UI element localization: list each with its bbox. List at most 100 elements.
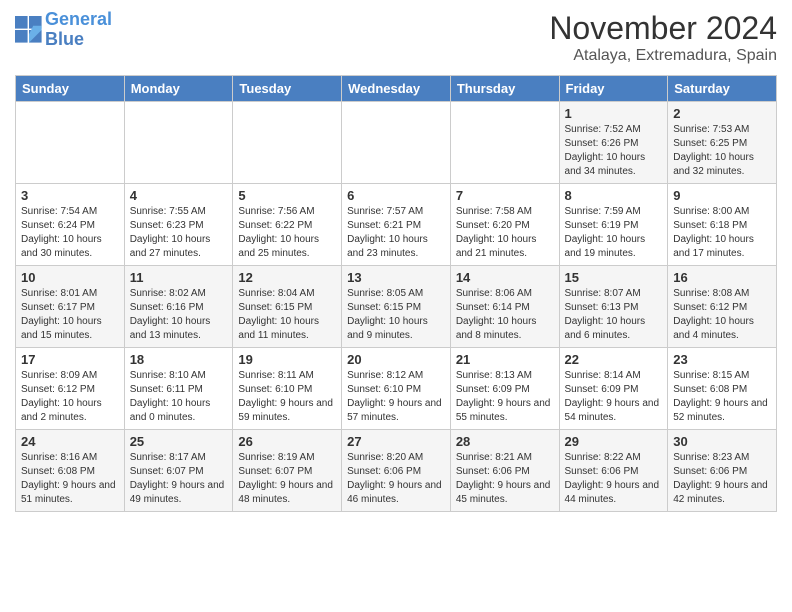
day-number: 23 bbox=[673, 352, 771, 367]
calendar-cell: 13 Sunrise: 8:05 AM Sunset: 6:15 PM Dayli… bbox=[342, 266, 451, 348]
day-number: 6 bbox=[347, 188, 445, 203]
calendar-cell: 14 Sunrise: 8:06 AM Sunset: 6:14 PM Dayli… bbox=[450, 266, 559, 348]
day-number: 10 bbox=[21, 270, 119, 285]
weekday-header: Sunday bbox=[16, 76, 125, 102]
day-number: 12 bbox=[238, 270, 336, 285]
calendar-cell bbox=[124, 102, 233, 184]
calendar-cell: 11 Sunrise: 8:02 AM Sunset: 6:16 PM Dayli… bbox=[124, 266, 233, 348]
day-info: Sunrise: 8:08 AM Sunset: 6:12 PM Dayligh… bbox=[673, 287, 771, 343]
day-info: Sunrise: 8:11 AM Sunset: 6:10 PM Dayligh… bbox=[238, 369, 336, 425]
day-number: 29 bbox=[565, 434, 663, 449]
calendar-cell: 27Sunrise: 8:20 AM Sunset: 6:06 PM Dayli… bbox=[342, 430, 451, 512]
day-info: Sunrise: 7:52 AM Sunset: 6:26 PM Dayligh… bbox=[565, 123, 663, 179]
day-info: Sunrise: 8:05 AM Sunset: 6:15 PM Dayligh… bbox=[347, 287, 445, 343]
logo-line1: General bbox=[45, 9, 112, 29]
logo-icon bbox=[15, 16, 43, 44]
day-info: Sunrise: 8:07 AM Sunset: 6:13 PM Dayligh… bbox=[565, 287, 663, 343]
day-number: 4 bbox=[130, 188, 228, 203]
calendar-cell: 2 Sunrise: 7:53 AM Sunset: 6:25 PM Daylig… bbox=[668, 102, 777, 184]
calendar-cell: 26Sunrise: 8:19 AM Sunset: 6:07 PM Dayli… bbox=[233, 430, 342, 512]
weekday-header: Tuesday bbox=[233, 76, 342, 102]
day-info: Sunrise: 8:20 AM Sunset: 6:06 PM Dayligh… bbox=[347, 451, 445, 507]
day-info: Sunrise: 8:22 AM Sunset: 6:06 PM Dayligh… bbox=[565, 451, 663, 507]
day-info: Sunrise: 8:02 AM Sunset: 6:16 PM Dayligh… bbox=[130, 287, 228, 343]
day-info: Sunrise: 8:00 AM Sunset: 6:18 PM Dayligh… bbox=[673, 205, 771, 261]
day-number: 2 bbox=[673, 106, 771, 121]
calendar-week-row: 10 Sunrise: 8:01 AM Sunset: 6:17 PM Dayli… bbox=[16, 266, 777, 348]
calendar-cell: 23 Sunrise: 8:15 AM Sunset: 6:08 PM Dayli… bbox=[668, 348, 777, 430]
day-info: Sunrise: 7:56 AM Sunset: 6:22 PM Dayligh… bbox=[238, 205, 336, 261]
calendar-cell: 25 Sunrise: 8:17 AM Sunset: 6:07 PM Dayli… bbox=[124, 430, 233, 512]
calendar-cell: 15 Sunrise: 8:07 AM Sunset: 6:13 PM Dayli… bbox=[559, 266, 668, 348]
day-number: 13 bbox=[347, 270, 445, 285]
day-info: Sunrise: 7:57 AM Sunset: 6:21 PM Dayligh… bbox=[347, 205, 445, 261]
day-info: Sunrise: 8:23 AM Sunset: 6:06 PM Dayligh… bbox=[673, 451, 771, 507]
calendar-cell: 18Sunrise: 8:10 AM Sunset: 6:11 PM Dayli… bbox=[124, 348, 233, 430]
day-info: Sunrise: 8:06 AM Sunset: 6:14 PM Dayligh… bbox=[456, 287, 554, 343]
calendar-cell: 17Sunrise: 8:09 AM Sunset: 6:12 PM Dayli… bbox=[16, 348, 125, 430]
weekday-header: Wednesday bbox=[342, 76, 451, 102]
calendar-week-row: 3Sunrise: 7:54 AM Sunset: 6:24 PM Daylig… bbox=[16, 184, 777, 266]
day-info: Sunrise: 7:59 AM Sunset: 6:19 PM Dayligh… bbox=[565, 205, 663, 261]
calendar-cell bbox=[233, 102, 342, 184]
day-number: 21 bbox=[456, 352, 554, 367]
calendar-cell: 6 Sunrise: 7:57 AM Sunset: 6:21 PM Daylig… bbox=[342, 184, 451, 266]
day-number: 25 bbox=[130, 434, 228, 449]
day-info: Sunrise: 7:53 AM Sunset: 6:25 PM Dayligh… bbox=[673, 123, 771, 179]
logo-text: General Blue bbox=[45, 10, 112, 50]
day-number: 5 bbox=[238, 188, 336, 203]
day-number: 16 bbox=[673, 270, 771, 285]
day-info: Sunrise: 8:17 AM Sunset: 6:07 PM Dayligh… bbox=[130, 451, 228, 507]
day-number: 19 bbox=[238, 352, 336, 367]
calendar-cell: 5 Sunrise: 7:56 AM Sunset: 6:22 PM Daylig… bbox=[233, 184, 342, 266]
calendar-cell: 3Sunrise: 7:54 AM Sunset: 6:24 PM Daylig… bbox=[16, 184, 125, 266]
day-info: Sunrise: 8:16 AM Sunset: 6:08 PM Dayligh… bbox=[21, 451, 119, 507]
day-number: 9 bbox=[673, 188, 771, 203]
day-number: 1 bbox=[565, 106, 663, 121]
calendar-cell bbox=[342, 102, 451, 184]
calendar: SundayMondayTuesdayWednesdayThursdayFrid… bbox=[15, 75, 777, 512]
logo-line2: Blue bbox=[45, 29, 84, 49]
weekday-header-row: SundayMondayTuesdayWednesdayThursdayFrid… bbox=[16, 76, 777, 102]
day-number: 17 bbox=[21, 352, 119, 367]
day-number: 14 bbox=[456, 270, 554, 285]
weekday-header: Thursday bbox=[450, 76, 559, 102]
day-number: 30 bbox=[673, 434, 771, 449]
day-number: 7 bbox=[456, 188, 554, 203]
weekday-header: Monday bbox=[124, 76, 233, 102]
calendar-cell: 20Sunrise: 8:12 AM Sunset: 6:10 PM Dayli… bbox=[342, 348, 451, 430]
day-number: 24 bbox=[21, 434, 119, 449]
logo: General Blue bbox=[15, 10, 112, 50]
calendar-cell bbox=[16, 102, 125, 184]
calendar-cell: 10 Sunrise: 8:01 AM Sunset: 6:17 PM Dayli… bbox=[16, 266, 125, 348]
day-info: Sunrise: 8:04 AM Sunset: 6:15 PM Dayligh… bbox=[238, 287, 336, 343]
calendar-cell: 8Sunrise: 7:59 AM Sunset: 6:19 PM Daylig… bbox=[559, 184, 668, 266]
page-container: General Blue November 2024 Atalaya, Extr… bbox=[0, 0, 792, 522]
calendar-cell: 30 Sunrise: 8:23 AM Sunset: 6:06 PM Dayli… bbox=[668, 430, 777, 512]
title-section: November 2024 Atalaya, Extremadura, Spai… bbox=[549, 10, 777, 65]
weekday-header: Saturday bbox=[668, 76, 777, 102]
day-number: 22 bbox=[565, 352, 663, 367]
calendar-cell: 29 Sunrise: 8:22 AM Sunset: 6:06 PM Dayli… bbox=[559, 430, 668, 512]
day-info: Sunrise: 8:10 AM Sunset: 6:11 PM Dayligh… bbox=[130, 369, 228, 425]
day-number: 3 bbox=[21, 188, 119, 203]
day-info: Sunrise: 8:21 AM Sunset: 6:06 PM Dayligh… bbox=[456, 451, 554, 507]
day-info: Sunrise: 8:12 AM Sunset: 6:10 PM Dayligh… bbox=[347, 369, 445, 425]
calendar-week-row: 1 Sunrise: 7:52 AM Sunset: 6:26 PM Daylig… bbox=[16, 102, 777, 184]
location: Atalaya, Extremadura, Spain bbox=[549, 47, 777, 65]
calendar-cell: 22Sunrise: 8:14 AM Sunset: 6:09 PM Dayli… bbox=[559, 348, 668, 430]
day-info: Sunrise: 8:01 AM Sunset: 6:17 PM Dayligh… bbox=[21, 287, 119, 343]
day-info: Sunrise: 8:19 AM Sunset: 6:07 PM Dayligh… bbox=[238, 451, 336, 507]
calendar-cell: 16 Sunrise: 8:08 AM Sunset: 6:12 PM Dayli… bbox=[668, 266, 777, 348]
calendar-cell: 28 Sunrise: 8:21 AM Sunset: 6:06 PM Dayli… bbox=[450, 430, 559, 512]
day-info: Sunrise: 8:13 AM Sunset: 6:09 PM Dayligh… bbox=[456, 369, 554, 425]
day-number: 15 bbox=[565, 270, 663, 285]
day-info: Sunrise: 8:15 AM Sunset: 6:08 PM Dayligh… bbox=[673, 369, 771, 425]
day-number: 28 bbox=[456, 434, 554, 449]
day-number: 11 bbox=[130, 270, 228, 285]
day-info: Sunrise: 7:58 AM Sunset: 6:20 PM Dayligh… bbox=[456, 205, 554, 261]
calendar-cell: 7 Sunrise: 7:58 AM Sunset: 6:20 PM Daylig… bbox=[450, 184, 559, 266]
calendar-cell: 1 Sunrise: 7:52 AM Sunset: 6:26 PM Daylig… bbox=[559, 102, 668, 184]
calendar-cell: 19 Sunrise: 8:11 AM Sunset: 6:10 PM Dayli… bbox=[233, 348, 342, 430]
day-info: Sunrise: 7:55 AM Sunset: 6:23 PM Dayligh… bbox=[130, 205, 228, 261]
